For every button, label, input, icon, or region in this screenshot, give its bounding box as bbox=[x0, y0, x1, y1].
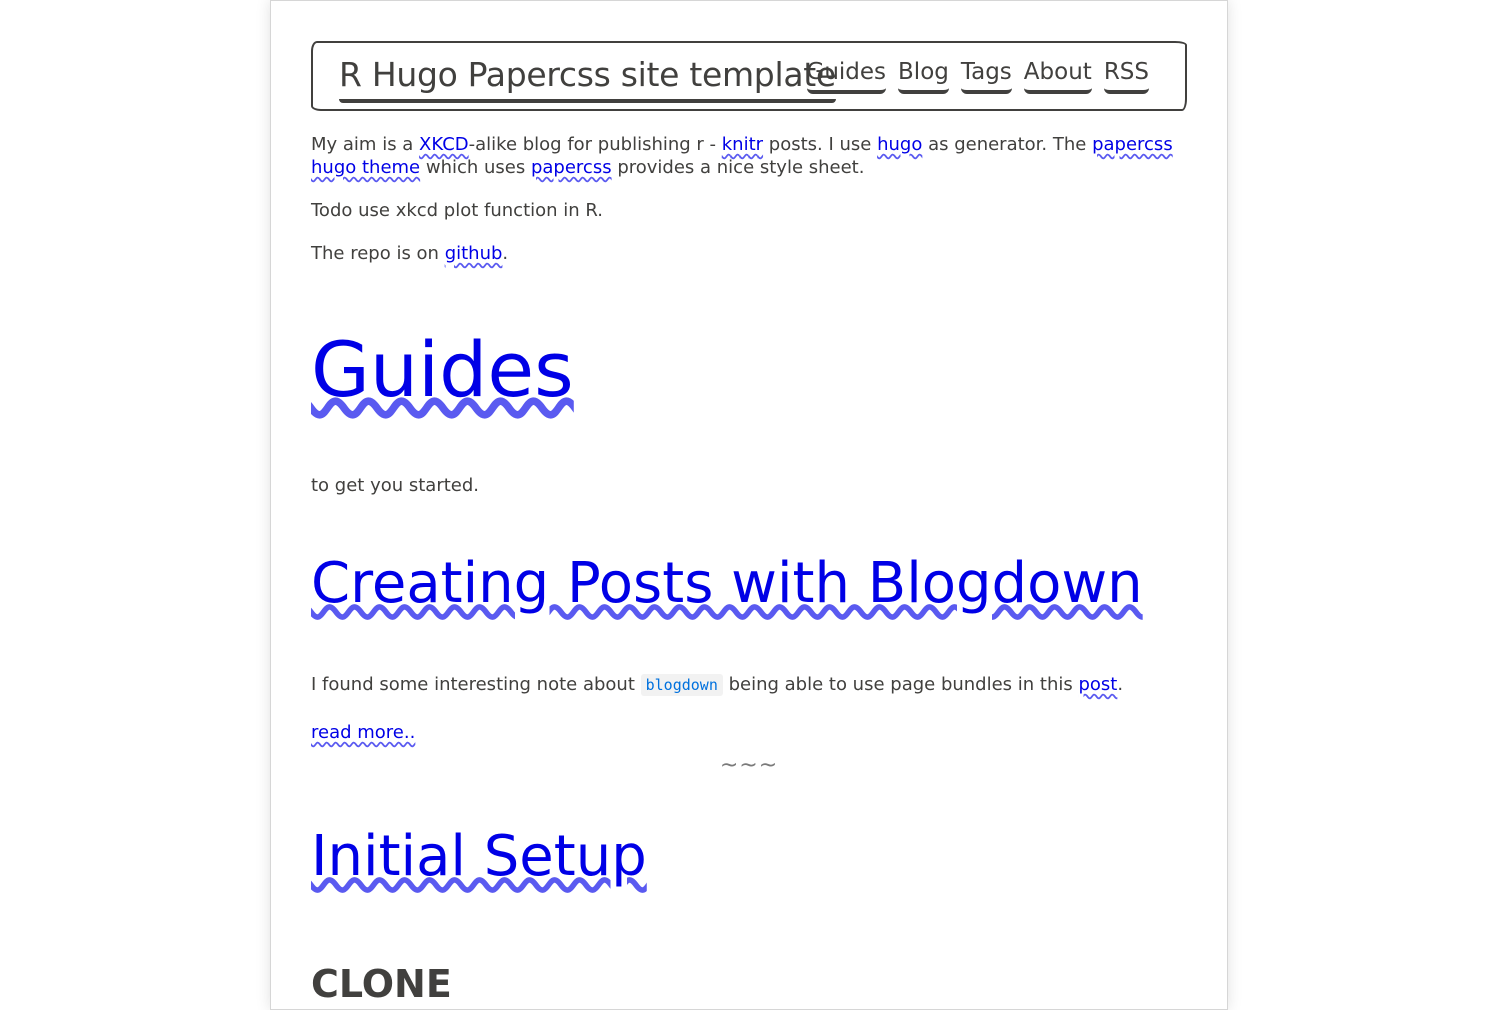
post-separator: ~~~ bbox=[719, 753, 779, 778]
page-paper: R Hugo Papercss site template Guides Blo… bbox=[270, 0, 1228, 1010]
site-header: R Hugo Papercss site template Guides Blo… bbox=[311, 41, 1187, 111]
post-link[interactable]: post bbox=[1078, 674, 1117, 695]
nav-guides[interactable]: Guides bbox=[806, 57, 887, 94]
site-title-link[interactable]: R Hugo Papercss site template bbox=[339, 55, 836, 103]
read-more-link[interactable]: read more.. bbox=[311, 721, 415, 744]
knitr-link[interactable]: knitr bbox=[722, 134, 763, 155]
initial-setup-link[interactable]: Initial Setup bbox=[311, 824, 647, 889]
github-link[interactable]: github bbox=[445, 243, 503, 264]
repo-paragraph: The repo is on github. bbox=[311, 243, 509, 264]
nav-about[interactable]: About bbox=[1023, 57, 1092, 94]
todo-paragraph: Todo use xkcd plot function in R. bbox=[311, 200, 603, 221]
nav-tags[interactable]: Tags bbox=[960, 57, 1012, 94]
guides-section-link[interactable]: Guides bbox=[311, 325, 574, 414]
post-title: Creating Posts with Blogdown bbox=[311, 549, 1143, 619]
section-title: Guides bbox=[311, 325, 574, 415]
section-description: to get you started. bbox=[311, 475, 480, 496]
nav-rss[interactable]: RSS bbox=[1103, 57, 1149, 94]
hugo-link[interactable]: hugo bbox=[877, 134, 922, 155]
main-nav: Guides Blog Tags About RSS bbox=[806, 57, 1149, 94]
next-post-title: Initial Setup bbox=[311, 822, 647, 892]
inline-code: blogdown bbox=[640, 674, 723, 696]
clone-heading: CLONE bbox=[311, 962, 452, 1006]
xkcd-link[interactable]: XKCD bbox=[419, 134, 469, 155]
intro-paragraph: My aim is a XKCD-alike blog for publishi… bbox=[311, 134, 1173, 178]
papercss-link[interactable]: papercss bbox=[531, 157, 612, 178]
nav-blog[interactable]: Blog bbox=[898, 57, 949, 94]
post-title-link[interactable]: Creating Posts with Blogdown bbox=[311, 551, 1143, 616]
post-summary: I found some interesting note about blog… bbox=[311, 674, 1124, 696]
